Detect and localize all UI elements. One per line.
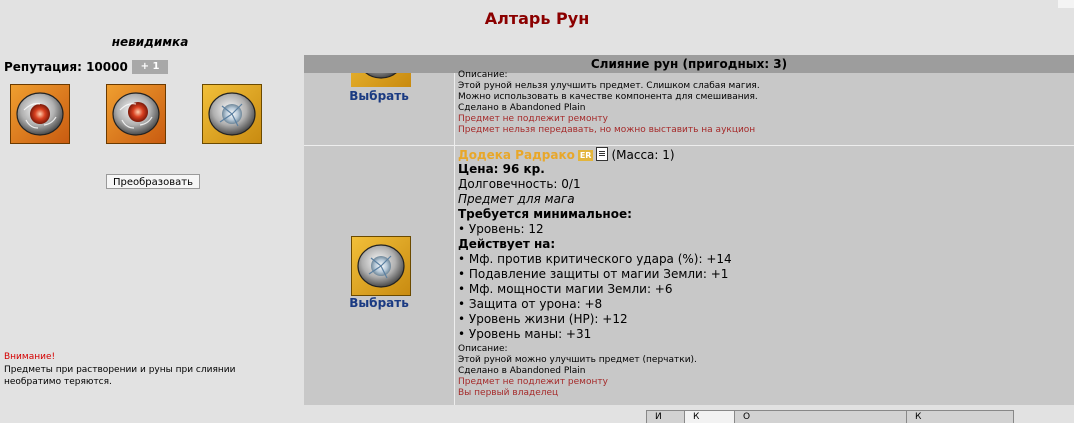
effect-line: • Уровень жизни (HP): +12 xyxy=(458,312,628,326)
silver-rune-icon xyxy=(202,84,262,144)
column-divider xyxy=(454,73,455,145)
bottom-tab[interactable]: К xyxy=(906,410,1014,423)
player-name: невидимка xyxy=(111,35,189,49)
rune-slot-1[interactable] xyxy=(10,84,70,144)
item-name-link[interactable]: Додека Радрако xyxy=(458,148,575,162)
item-price: Цена: 96 кр. xyxy=(458,162,545,176)
row-divider xyxy=(304,145,1074,146)
warning-text: Предметы при растворении и руны при слия… xyxy=(4,365,236,387)
rune-item-icon xyxy=(351,236,411,296)
warning-title: Внимание! xyxy=(4,352,56,362)
requirements-title: Требуется минимальное: xyxy=(458,207,632,221)
bottom-tab[interactable]: К xyxy=(684,410,740,423)
required-level: • Уровень: 12 xyxy=(458,222,544,236)
reputation-label: Репутация: 10000 xyxy=(4,60,128,74)
red-rune-icon xyxy=(106,84,166,144)
rune-item-icon xyxy=(351,73,411,87)
description-text: Этой руной можно улучшить предмет (перча… xyxy=(458,355,697,365)
description-line: Можно использовать в качестве компонента… xyxy=(458,92,758,102)
document-icon[interactable] xyxy=(596,147,609,161)
item-mass: (Масса: 1) xyxy=(611,148,675,162)
repair-warning: Предмет не подлежит ремонту xyxy=(458,114,608,124)
made-in-text: Сделано в Abandoned Plain xyxy=(458,103,586,113)
item-info: Описание: Этой руной нельзя улучшить пре… xyxy=(458,70,760,136)
bottom-tab[interactable]: О xyxy=(734,410,912,423)
select-link[interactable]: Выбрать xyxy=(304,89,454,103)
page-title: Алтарь Рун xyxy=(484,9,590,28)
effect-line: • Подавление защиты от магии Земли: +1 xyxy=(458,267,729,281)
convert-button[interactable]: Преобразовать xyxy=(106,174,200,189)
item-durability: Долговечность: 0/1 xyxy=(458,177,581,191)
column-divider xyxy=(454,146,455,405)
left-sidebar: невидимка Репутация: 10000 + 1 Преобразо… xyxy=(0,35,300,420)
reputation-bonus-badge: + 1 xyxy=(132,60,168,74)
effects-title: Действует на: xyxy=(458,237,556,251)
er-badge: ER xyxy=(577,150,594,161)
owner-notice: Вы первый владелец xyxy=(458,388,559,398)
effect-line: • Защита от урона: +8 xyxy=(458,297,603,311)
description-label: Описание: xyxy=(458,344,508,354)
rune-slot-3[interactable] xyxy=(202,84,262,144)
transfer-warning: Предмет нельзя передавать, но можно выст… xyxy=(458,125,756,135)
red-rune-icon xyxy=(10,84,70,144)
description-label: Описание: xyxy=(458,70,508,80)
top-bar: Алтарь Рун xyxy=(0,0,1074,38)
made-in-text: Сделано в Abandoned Plain xyxy=(458,366,586,376)
description-line: Этой руной нельзя улучшить предмет. Слиш… xyxy=(458,81,760,91)
item-details: Додека Радрако ER (Масса: 1) Цена: 96 кр. … xyxy=(458,147,732,399)
repair-warning: Предмет не подлежит ремонту xyxy=(458,377,608,387)
item-type: Предмет для мага xyxy=(458,192,575,206)
corner-tab[interactable] xyxy=(1058,0,1074,8)
merge-panel: Слияние рун (пригодных: 3) Выбрать Описа… xyxy=(304,55,1074,405)
effect-line: • Уровень маны: +31 xyxy=(458,327,592,341)
rune-slot-2[interactable] xyxy=(106,84,166,144)
effect-line: • Мф. мощности магии Земли: +6 xyxy=(458,282,673,296)
effect-line: • Мф. против критического удара (%): +14 xyxy=(458,252,732,266)
select-link[interactable]: Выбрать xyxy=(304,296,454,310)
